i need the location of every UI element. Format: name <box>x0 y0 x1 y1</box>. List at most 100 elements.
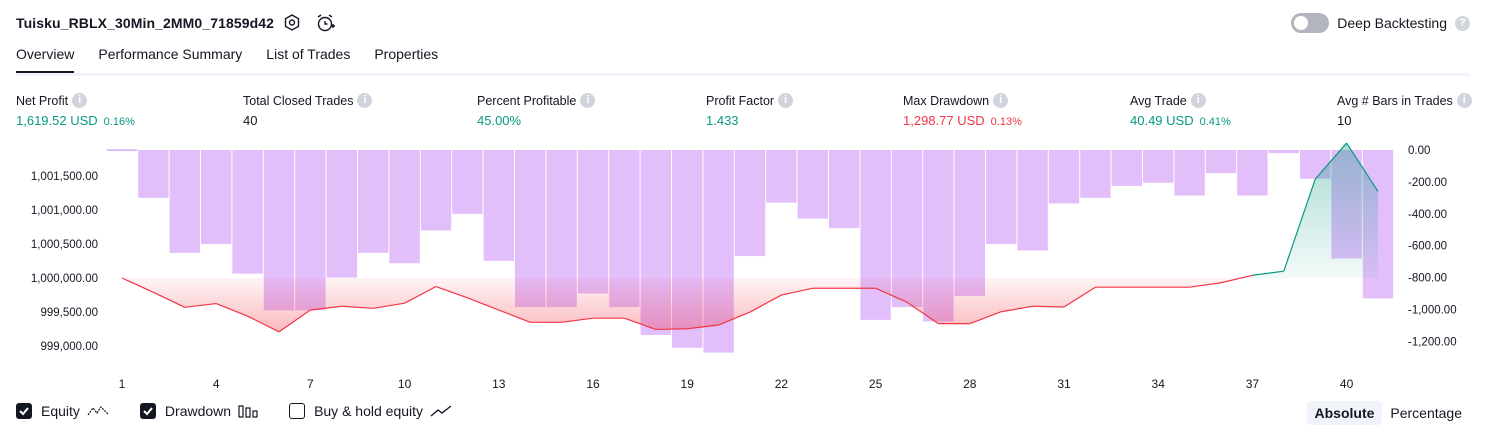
right-axis-tick: -200.00 <box>1408 177 1447 189</box>
mode-percentage-button[interactable]: Percentage <box>1382 401 1470 425</box>
drawdown-bar <box>452 150 483 214</box>
scale-mode-switch: Absolute Percentage <box>1306 401 1471 425</box>
info-icon[interactable]: i <box>778 93 794 108</box>
x-axis-tick: 10 <box>398 377 412 391</box>
x-axis-tick: 22 <box>775 377 789 391</box>
deep-backtesting-control: Deep Backtesting ? <box>1291 13 1470 33</box>
x-axis-tick: 16 <box>586 377 600 391</box>
x-axis-tick: 25 <box>869 377 883 391</box>
drawdown-bar <box>1080 150 1111 198</box>
drawdown-bar <box>797 150 828 219</box>
drawdown-bar <box>860 150 891 320</box>
metric-value: 1.433 <box>706 113 739 128</box>
drawdown-bar <box>766 150 797 203</box>
metric-label: Avg Trade <box>1130 93 1187 108</box>
drawdown-bar <box>389 150 420 264</box>
metric-avg-trade: Avg Trade i 40.49 USD 0.41% <box>1130 93 1231 128</box>
drawdown-bar <box>1268 150 1299 154</box>
drawdown-bar <box>577 150 609 294</box>
left-axis-tick: 1,000,500.00 <box>31 239 98 251</box>
metric-percent: 0.16% <box>103 116 135 128</box>
left-axis-tick: 999,500.00 <box>40 307 98 319</box>
drawdown-bar <box>829 150 860 229</box>
drawdown-bar <box>326 150 357 278</box>
bar-chart-icon <box>238 405 258 418</box>
metric-label: Net Profit <box>16 93 69 108</box>
x-axis-tick: 13 <box>492 377 506 391</box>
drawdown-bar <box>420 150 452 231</box>
equity-line-segment <box>1032 305 1065 308</box>
info-icon[interactable]: i <box>357 93 373 108</box>
checkbox-checked-icon <box>16 403 32 419</box>
metric-value: 1,298.77 USD <box>903 113 985 128</box>
strategy-title: Tuisku_RBLX_30Min_2MM0_71859d42 <box>16 15 275 31</box>
metric-percent-profitable: Percent Profitable i 45.00% <box>477 93 596 128</box>
metric-max-drawdown: Max Drawdown i 1,298.77 USD 0.13% <box>903 93 1022 128</box>
tab-list-of-trades[interactable]: List of Trades <box>266 46 350 74</box>
drawdown-bar <box>201 150 232 245</box>
metric-total-closed-trades: Total Closed Trades i 40 <box>243 93 373 128</box>
alarm-clock-plus-icon[interactable] <box>314 12 336 34</box>
metric-label: Total Closed Trades <box>243 93 354 108</box>
left-axis-tick: 1,001,000.00 <box>31 205 98 217</box>
x-axis-tick: 31 <box>1057 377 1071 391</box>
x-axis-tick: 4 <box>213 377 220 391</box>
right-axis-tick: -400.00 <box>1408 209 1447 221</box>
equity-checkbox[interactable]: Equity <box>16 403 110 419</box>
metric-profit-factor: Profit Factor i 1.433 <box>706 93 794 128</box>
deep-backtesting-toggle[interactable] <box>1291 13 1330 33</box>
buy-hold-equity-checkbox[interactable]: Buy & hold equity <box>289 403 453 419</box>
metric-value: 40 <box>243 113 258 128</box>
drawdown-bar <box>169 150 200 253</box>
drawdown-bar <box>1048 150 1080 204</box>
gear-icon[interactable] <box>281 12 303 34</box>
info-icon[interactable]: i <box>1456 93 1472 108</box>
drawdown-label: Drawdown <box>164 403 232 419</box>
info-icon[interactable]: i <box>580 93 596 108</box>
drawdown-bar <box>734 150 766 257</box>
x-axis-tick: 19 <box>681 377 695 391</box>
right-axis-tick: -1,200.00 <box>1408 336 1457 348</box>
drawdown-bar <box>106 149 138 151</box>
metric-label: Percent Profitable <box>477 93 577 108</box>
strategy-header: Tuisku_RBLX_30Min_2MM0_71859d42 Deep Bac… <box>0 0 1486 46</box>
right-axis-tick: -800.00 <box>1408 273 1447 285</box>
equity-label: Equity <box>41 403 80 419</box>
x-axis-tick: 34 <box>1152 377 1166 391</box>
tab-overview[interactable]: Overview <box>16 46 75 74</box>
drawdown-bar <box>986 150 1017 245</box>
x-axis-tick: 1 <box>119 377 126 391</box>
equity-drawdown-chart[interactable]: 1,001,500.00 1,001,000.00 1,000,500.00 1,00… <box>0 140 1486 395</box>
info-icon[interactable]: i <box>72 93 88 108</box>
x-axis-tick: 28 <box>963 377 977 391</box>
checkbox-checked-icon <box>139 403 156 419</box>
info-icon[interactable]: i <box>1190 93 1206 108</box>
metric-net-profit: Net Profit i 1,619.52 USD 0.16% <box>16 93 135 128</box>
right-axis-tick: -600.00 <box>1408 241 1447 253</box>
metric-value: 1,619.52 USD <box>16 113 98 128</box>
left-axis-tick: 1,000,000.00 <box>31 273 98 285</box>
buy-hold-label: Buy & hold equity <box>314 403 424 419</box>
drawdown-bar <box>1174 150 1205 196</box>
drawdown-bar <box>954 150 985 296</box>
drawdown-bar <box>483 150 514 261</box>
drawdown-checkbox[interactable]: Drawdown <box>139 403 259 419</box>
deep-backtesting-label: Deep Backtesting <box>1337 15 1447 31</box>
line-zigzag-icon <box>87 406 109 416</box>
metric-value: 10 <box>1337 113 1352 128</box>
tab-performance-summary[interactable]: Performance Summary <box>98 46 242 74</box>
report-tabs: Overview Performance Summary List of Tra… <box>16 46 462 74</box>
metric-label: Max Drawdown <box>903 93 990 108</box>
question-icon[interactable]: ? <box>1455 15 1470 31</box>
right-axis-tick: -1,000.00 <box>1408 305 1457 317</box>
mode-absolute-button[interactable]: Absolute <box>1306 401 1383 425</box>
drawdown-bar <box>232 150 263 274</box>
right-axis-tick: 0.00 <box>1408 145 1430 157</box>
drawdown-bar <box>138 150 169 198</box>
drawdown-bar <box>1143 150 1174 183</box>
info-icon[interactable]: i <box>993 93 1009 108</box>
tab-properties[interactable]: Properties <box>374 46 438 74</box>
metric-percent: 0.13% <box>990 116 1022 128</box>
drawdown-bar <box>1111 150 1142 186</box>
drawdown-bar <box>1237 150 1268 196</box>
